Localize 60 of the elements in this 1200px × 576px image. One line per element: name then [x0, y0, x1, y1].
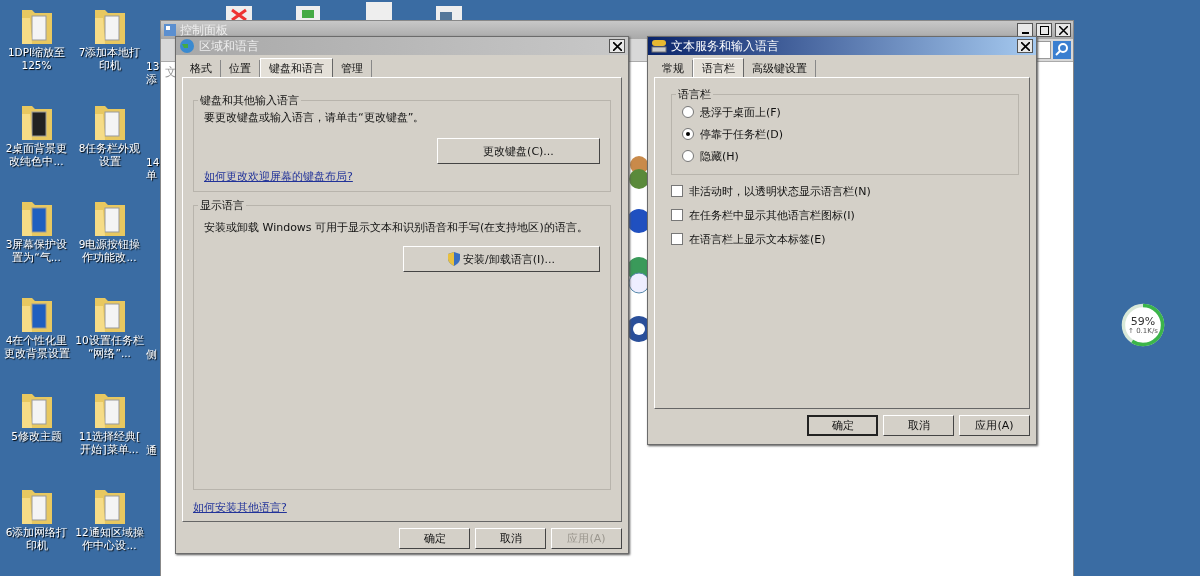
icon-label[interactable]: 4在个性化里 更改背景设置 — [3, 334, 70, 360]
group-title: 显示语言 — [198, 198, 246, 213]
icon-label[interactable]: 14 单 — [146, 156, 160, 182]
help-link[interactable]: 如何更改欢迎屏幕的键盘布局? — [204, 169, 353, 184]
minimize-button[interactable] — [1017, 23, 1033, 37]
icon-label[interactable]: 1DPI缩放至 125% — [7, 46, 66, 72]
close-button[interactable] — [609, 39, 625, 53]
icon-label[interactable]: 11选择经典[ 开始]菜单... — [78, 430, 141, 456]
install-language-button[interactable]: 安装/卸载语言(I)... — [403, 246, 600, 272]
group-title: 键盘和其他输入语言 — [198, 93, 301, 108]
shield-icon — [448, 252, 460, 266]
checkbox[interactable] — [671, 233, 683, 245]
icon-label[interactable]: 10设置任务栏 “网络”... — [75, 334, 144, 360]
checkbox[interactable] — [671, 185, 683, 197]
description-text: 安装或卸载 Windows 可用于显示文本和识别语音和手写(在支持地区)的语言。 — [204, 220, 589, 236]
checkbox[interactable] — [671, 209, 683, 221]
option-label: 隐藏(H) — [700, 148, 739, 164]
dialog-button[interactable]: 确定 — [807, 415, 878, 436]
radio-button[interactable] — [682, 150, 694, 162]
icon-label[interactable]: 9电源按钮操 作功能改... — [78, 238, 141, 264]
icon-label[interactable]: 8任务栏外观 设置 — [78, 142, 141, 168]
option-label: 非活动时，以透明状态显示语言栏(N) — [689, 183, 871, 199]
icon-label[interactable]: 3屏幕保护设 置为“气... — [5, 238, 68, 264]
icon-label[interactable]: 6添加网络打 印机 — [5, 526, 68, 552]
dialog-button[interactable]: 应用(A) — [959, 415, 1030, 436]
dialog-button[interactable]: 取消 — [883, 415, 954, 436]
icon-label[interactable]: 7添加本地打 印机 — [78, 46, 141, 72]
help-link[interactable]: 如何安装其他语言? — [193, 500, 287, 515]
dialog-title: 区域和语言 — [199, 37, 259, 55]
percent-text: 59% — [1130, 315, 1156, 327]
description-text: 要更改键盘或输入语言，请单击“更改键盘”。 — [204, 110, 426, 126]
option-label: 在任务栏中显示其他语言栏图标(I) — [689, 207, 855, 223]
option-label: 停靠于任务栏(D) — [700, 126, 784, 142]
icon-label[interactable]: 通 — [146, 444, 160, 457]
close-button[interactable] — [1017, 39, 1033, 53]
dialog-button[interactable]: 取消 — [475, 528, 546, 549]
option-label: 在语言栏上显示文本标签(E) — [689, 231, 826, 247]
dialog-button[interactable]: 确定 — [399, 528, 470, 549]
change-keyboard-button[interactable]: 更改键盘(C)... — [437, 138, 600, 164]
icon-label[interactable]: 13 添 — [146, 60, 160, 86]
radio-button[interactable] — [682, 128, 694, 140]
icon-label[interactable]: 5修改主题 — [11, 430, 62, 443]
close-button[interactable] — [1055, 23, 1071, 37]
icon-label[interactable]: 12通知区域操 作中心设... — [75, 526, 144, 552]
icon-label[interactable]: 侧 — [146, 348, 160, 361]
dialog-title: 文本服务和输入语言 — [671, 37, 779, 55]
search-icon[interactable] — [1053, 41, 1071, 59]
icon-label[interactable]: 2桌面背景更 改纯色中... — [5, 142, 68, 168]
sidebar-text: 文 — [165, 64, 177, 81]
tab[interactable]: 语言栏 — [693, 58, 744, 77]
globe-icon — [179, 38, 195, 54]
maximize-icon — [1039, 25, 1049, 35]
minimize-icon — [1021, 32, 1029, 34]
option-label: 悬浮于桌面上(F) — [700, 104, 781, 120]
radio-button[interactable] — [682, 106, 694, 118]
tab[interactable]: 键盘和语言 — [260, 58, 333, 77]
control-panel-icon — [163, 23, 177, 37]
maximize-button[interactable] — [1036, 23, 1052, 37]
group-title: 语言栏 — [676, 87, 713, 102]
keyboard-icon — [651, 39, 667, 53]
